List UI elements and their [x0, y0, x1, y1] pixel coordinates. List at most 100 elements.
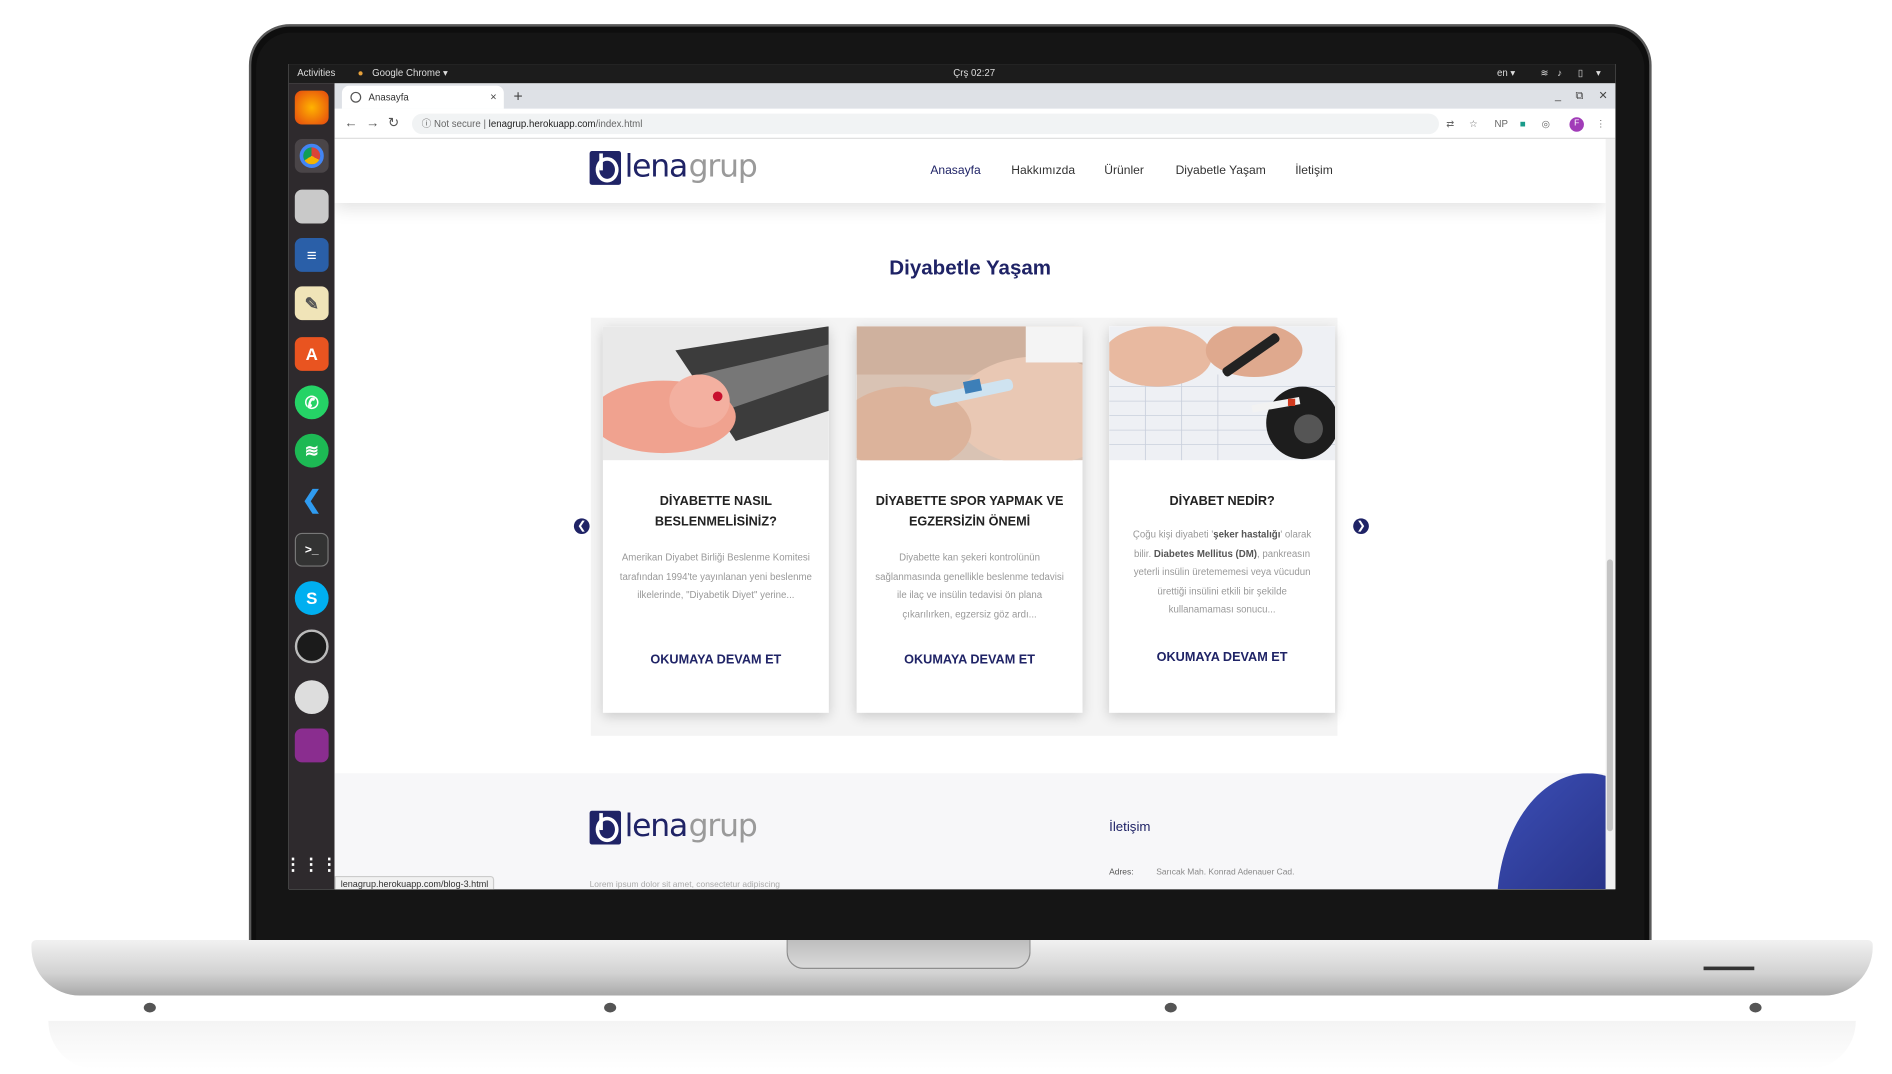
writer-icon[interactable]: ≡	[294, 238, 329, 272]
card-image-glucose-finger[interactable]	[602, 326, 829, 461]
restore-icon[interactable]: ⧉	[1575, 83, 1583, 108]
chrome-icon[interactable]	[294, 138, 329, 173]
card-title: DİYABETTE NASIL BESLENMELİSİNİZ?	[654, 494, 777, 530]
carousel-next-icon[interactable]: ❯	[1353, 518, 1369, 535]
footer-logo[interactable]: lena grup	[589, 806, 771, 859]
disk-icon[interactable]	[294, 680, 329, 715]
logo-mark-icon	[589, 151, 622, 185]
text-editor-icon[interactable]: ✎	[294, 286, 329, 321]
activities-button[interactable]: Activities	[297, 64, 335, 83]
vscode-icon[interactable]: ❮	[295, 482, 329, 516]
laptop-screen: Activities ● Google Chrome ▾ Çrş 02:27 e…	[288, 64, 1616, 890]
nav-urunler[interactable]: Ürünler	[1104, 139, 1144, 203]
carousel-prev-icon[interactable]: ❮	[573, 518, 590, 535]
laptop-foot	[1164, 1002, 1177, 1013]
chrome-app-icon: ●	[357, 67, 364, 79]
bookmark-star-icon[interactable]: ☆	[1469, 109, 1478, 139]
clock[interactable]: Çrş 02:27	[953, 64, 995, 83]
battery-icon[interactable]: ▯	[1578, 64, 1583, 83]
minimize-icon[interactable]: _	[1555, 83, 1561, 108]
site-logo[interactable]: lena grup	[589, 146, 771, 199]
extension-circle-icon[interactable]: ◎	[1542, 109, 1550, 139]
update-manager-icon[interactable]	[294, 629, 329, 664]
app-menu[interactable]: Google Chrome ▾	[372, 64, 448, 83]
nav-hakkimizda[interactable]: Hakkımızda	[1011, 139, 1075, 203]
wifi-icon[interactable]: ≋	[1540, 64, 1548, 83]
footer-decoration	[1482, 773, 1606, 890]
logo-lena: lena	[624, 808, 689, 845]
nav-anasayfa[interactable]: Anasayfa	[930, 139, 980, 203]
blog-card[interactable]: DİYABETTE SPOR YAPMAK VE EGZERSİZİN ÖNEM…	[856, 326, 1083, 713]
read-more-link[interactable]: OKUMAYA DEVAM ET	[857, 652, 1083, 666]
card-title: DİYABETTE SPOR YAPMAK VE EGZERSİZİN ÖNEM…	[875, 494, 1064, 530]
file-manager-icon[interactable]	[294, 189, 329, 224]
blog-card[interactable]: DİYABET NEDİR? Çoğu kişi diyabeti 'şeker…	[1109, 326, 1336, 713]
info-icon[interactable]: ⓘ	[422, 118, 432, 129]
card-excerpt: Diyabette kan şekeri kontrolünün sağlanm…	[875, 552, 1064, 620]
translate-icon[interactable]: ⇄	[1446, 109, 1454, 139]
whatsapp-icon[interactable]: ✆	[294, 385, 329, 420]
spotify-icon[interactable]: ≋	[294, 433, 329, 468]
ubuntu-top-bar: Activities ● Google Chrome ▾ Çrş 02:27 e…	[288, 64, 1616, 84]
chrome-logo-icon	[299, 143, 324, 168]
logo-mark-icon	[589, 810, 622, 845]
forward-icon[interactable]: →	[366, 109, 379, 139]
chrome-window: Anasayfa × + _ ⧉ ✕ ← → ↻ ⓘ Not secure | …	[334, 83, 1616, 890]
web-page: lena grup Anasayfa Hakkımızda Ürünler Di…	[334, 138, 1606, 890]
globe-icon	[350, 91, 362, 103]
footer-address-label: Adres:	[1109, 868, 1134, 878]
scrollbar-thumb[interactable]	[1606, 559, 1613, 832]
reload-icon[interactable]: ↻	[388, 109, 399, 139]
logo-grup: grup	[688, 808, 758, 845]
chrome-menu-icon[interactable]: ⋮	[1596, 109, 1606, 139]
ubuntu-dock: ≡ ✎ A ✆ ≋ ❮ >_ S ⋮⋮⋮	[288, 83, 338, 890]
volume-icon[interactable]: ♪	[1557, 64, 1562, 83]
status-bar-url: lenagrup.herokuapp.com/blog-3.html	[334, 875, 495, 890]
video-editor-icon[interactable]	[294, 728, 329, 763]
nav-iletisim[interactable]: İletişim	[1295, 139, 1333, 203]
skype-icon[interactable]: S	[294, 581, 329, 615]
terminal-icon[interactable]: >_	[294, 532, 329, 567]
card-title: DİYABET NEDİR?	[1169, 494, 1275, 509]
show-applications-icon[interactable]: ⋮⋮⋮	[289, 847, 338, 881]
security-label: Not secure	[434, 118, 481, 130]
excerpt-part: Çoğu kişi diyabeti '	[1132, 529, 1214, 541]
excerpt-bold: Diabetes Mellitus (DM)	[1153, 547, 1257, 559]
address-bar[interactable]: ⓘ Not secure | lenagrup.herokuapp.com/in…	[411, 113, 1439, 135]
toolbar: ← → ↻ ⓘ Not secure | lenagrup.herokuapp.…	[334, 108, 1616, 139]
tab-anasayfa[interactable]: Anasayfa ×	[341, 85, 504, 109]
blog-card[interactable]: DİYABETTE NASIL BESLENMELİSİNİZ? Amerika…	[602, 326, 829, 713]
tab-close-button[interactable]: ×	[490, 86, 496, 109]
card-excerpt: Amerikan Diyabet Birliği Beslenme Komite…	[619, 552, 812, 601]
card-image-glucose-meter-chart[interactable]	[1109, 326, 1336, 461]
laptop-notch	[786, 939, 1031, 969]
nav-diyabetle-yasam[interactable]: Diyabetle Yaşam	[1176, 139, 1266, 203]
extension-np-icon[interactable]: NP	[1495, 109, 1508, 139]
tab-strip: Anasayfa × + _ ⧉ ✕	[334, 83, 1616, 109]
card-image-insulin-injection[interactable]	[856, 326, 1083, 461]
tab-title: Anasayfa	[368, 91, 409, 103]
url-path: /index.html	[595, 118, 643, 130]
read-more-link[interactable]: OKUMAYA DEVAM ET	[603, 652, 829, 666]
site-header: lena grup Anasayfa Hakkımızda Ürünler Di…	[334, 138, 1606, 203]
footer-description: Lorem ipsum dolor sit amet, consectetur …	[589, 880, 780, 890]
logo-grup: grup	[688, 148, 758, 185]
software-center-icon[interactable]: A	[294, 337, 329, 371]
section-title: Diyabetle Yaşam	[889, 256, 1052, 280]
profile-avatar[interactable]: F	[1569, 117, 1584, 132]
close-window-icon[interactable]: ✕	[1598, 83, 1607, 108]
laptop-foot	[1749, 1002, 1762, 1013]
url-host: lenagrup.herokuapp.com	[488, 118, 596, 130]
card-excerpt: Çoğu kişi diyabeti 'şeker hastalığı' ola…	[1126, 526, 1318, 620]
excerpt-bold: şeker hastalığı	[1213, 529, 1281, 541]
system-menu-chevron-icon[interactable]: ▾	[1596, 64, 1601, 83]
language-indicator[interactable]: en ▾	[1497, 64, 1515, 83]
laptop-reflection	[48, 1020, 1856, 1070]
back-icon[interactable]: ←	[344, 109, 357, 139]
extension-icon[interactable]: ■	[1520, 109, 1526, 139]
read-more-link[interactable]: OKUMAYA DEVAM ET	[1109, 650, 1335, 664]
firefox-icon[interactable]	[294, 90, 329, 125]
new-tab-button[interactable]: +	[513, 83, 522, 108]
footer-address-value: Sarıcak Mah. Konrad Adenauer Cad.	[1156, 868, 1295, 878]
footer-contact-heading: İletişim	[1109, 820, 1151, 835]
